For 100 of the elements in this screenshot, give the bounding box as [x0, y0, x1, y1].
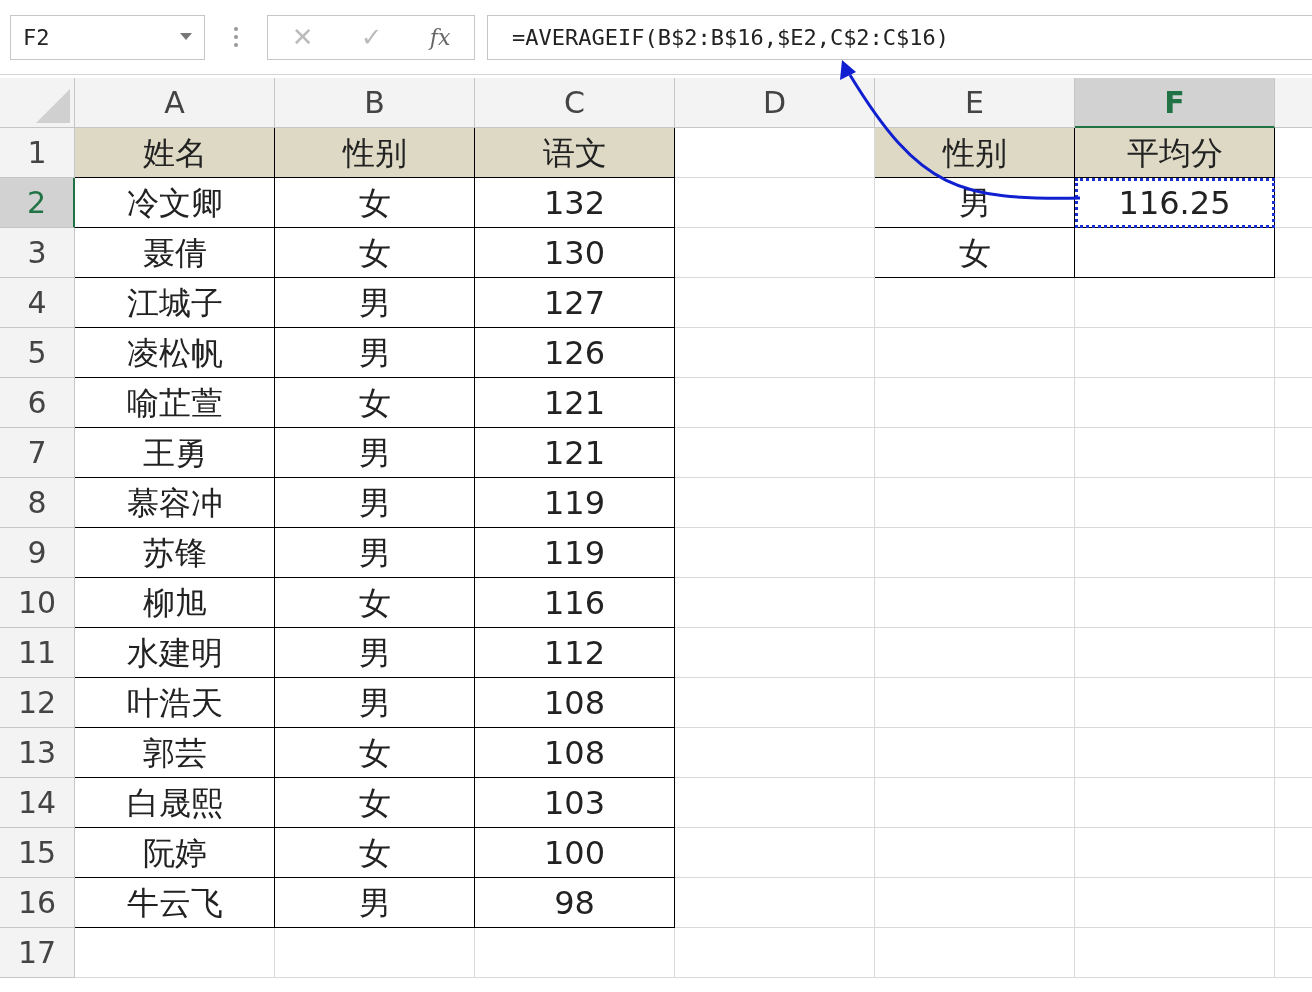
row-header[interactable]: 16	[0, 878, 75, 928]
row-header[interactable]: 12	[0, 678, 75, 728]
cell-text: 男	[358, 286, 391, 319]
name-box[interactable]: F2	[10, 14, 205, 60]
table-cell[interactable]: 98	[475, 878, 675, 928]
table-cell[interactable]: 江城子	[75, 278, 275, 328]
row-header[interactable]: 17	[0, 928, 75, 978]
cell-text: 98	[554, 886, 595, 919]
row-header[interactable]: 10	[0, 578, 75, 628]
table-cell[interactable]: 苏锋	[75, 528, 275, 578]
table-cell[interactable]: 119	[475, 478, 675, 528]
cell-text: 姓名	[142, 136, 207, 169]
row-header[interactable]: 1	[0, 128, 75, 178]
cell-text: 女	[358, 236, 391, 269]
column-header[interactable]: A	[75, 78, 275, 128]
cell-text: 130	[543, 236, 606, 269]
table-cell[interactable]: 姓名	[75, 128, 275, 178]
row-header[interactable]: 4	[0, 278, 75, 328]
table-cell[interactable]: 119	[475, 528, 675, 578]
table-cell[interactable]: 郭芸	[75, 728, 275, 778]
table-cell[interactable]: 性别	[875, 128, 1075, 178]
table-cell[interactable]: 凌松帆	[75, 328, 275, 378]
cell-text: 江城子	[126, 286, 223, 319]
cell-text: 喻芷萱	[126, 386, 223, 419]
table-cell[interactable]: 116.25	[1075, 178, 1275, 228]
table-cell[interactable]: 女	[275, 828, 475, 878]
row-header[interactable]: 15	[0, 828, 75, 878]
table-cell[interactable]: 女	[275, 228, 475, 278]
table-cell[interactable]: 男	[275, 678, 475, 728]
table-cell[interactable]: 柳旭	[75, 578, 275, 628]
row-header[interactable]: 6	[0, 378, 75, 428]
drag-handle-icon[interactable]	[233, 26, 239, 48]
column-header[interactable]: E	[875, 78, 1075, 128]
table-cell[interactable]: 男	[275, 428, 475, 478]
table-cell[interactable]: 水建明	[75, 628, 275, 678]
table-cell[interactable]: 阮婷	[75, 828, 275, 878]
row-header[interactable]: 13	[0, 728, 75, 778]
table-cell[interactable]: 喻芷萱	[75, 378, 275, 428]
table-cell[interactable]	[1075, 228, 1275, 278]
table-cell[interactable]: 男	[275, 628, 475, 678]
row-header[interactable]: 9	[0, 528, 75, 578]
table-cell[interactable]: 慕容冲	[75, 478, 275, 528]
cell-text: 119	[543, 486, 606, 519]
column-header[interactable]: D	[675, 78, 875, 128]
cell-text: 叶浩天	[126, 686, 223, 719]
table-cell[interactable]: 108	[475, 728, 675, 778]
table-cell[interactable]: 冷文卿	[75, 178, 275, 228]
table-cell[interactable]: 女	[275, 578, 475, 628]
table-cell[interactable]: 女	[275, 728, 475, 778]
column-header[interactable]	[1275, 78, 1312, 128]
table-cell[interactable]: 130	[475, 228, 675, 278]
row-header[interactable]: 3	[0, 228, 75, 278]
column-header[interactable]: F	[1075, 78, 1275, 128]
table-cell[interactable]: 牛云飞	[75, 878, 275, 928]
table-cell[interactable]: 女	[275, 178, 475, 228]
cell-text: 语文	[542, 136, 607, 169]
cell-text: 121	[543, 386, 606, 419]
select-all-corner[interactable]	[0, 78, 75, 128]
column-header[interactable]: C	[475, 78, 675, 128]
table-cell[interactable]: 女	[275, 378, 475, 428]
cell-text: 郭芸	[142, 736, 207, 769]
cell-text: 112	[543, 636, 606, 669]
row-header[interactable]: 2	[0, 178, 75, 228]
table-cell[interactable]: 112	[475, 628, 675, 678]
table-cell[interactable]: 女	[275, 778, 475, 828]
table-cell[interactable]: 132	[475, 178, 675, 228]
insert-function-button[interactable]: fx	[429, 20, 451, 54]
table-cell[interactable]: 叶浩天	[75, 678, 275, 728]
table-cell[interactable]: 男	[275, 328, 475, 378]
table-cell[interactable]: 白晟熙	[75, 778, 275, 828]
table-cell[interactable]: 100	[475, 828, 675, 878]
table-cell[interactable]: 聂倩	[75, 228, 275, 278]
table-cell[interactable]: 语文	[475, 128, 675, 178]
table-cell[interactable]: 116	[475, 578, 675, 628]
table-cell[interactable]: 平均分	[1075, 128, 1275, 178]
table-cell[interactable]: 女	[875, 228, 1075, 278]
row-header[interactable]: 14	[0, 778, 75, 828]
table-cell[interactable]: 103	[475, 778, 675, 828]
row-header[interactable]: 5	[0, 328, 75, 378]
cell-text: 冷文卿	[126, 186, 223, 219]
table-cell[interactable]: 121	[475, 378, 675, 428]
table-cell[interactable]: 121	[475, 428, 675, 478]
row-header[interactable]: 11	[0, 628, 75, 678]
table-cell[interactable]: 男	[275, 478, 475, 528]
table-cell[interactable]: 王勇	[75, 428, 275, 478]
cell-text: 108	[543, 736, 606, 769]
table-cell[interactable]: 男	[275, 278, 475, 328]
table-cell[interactable]: 性别	[275, 128, 475, 178]
table-cell[interactable]: 126	[475, 328, 675, 378]
cell-text: 116	[543, 586, 606, 619]
cell-text: 女	[358, 836, 391, 869]
table-cell[interactable]: 男	[275, 528, 475, 578]
formula-field[interactable]: =AVERAGEIF(B$2:B$16,$E2,C$2:C$16)	[487, 14, 1312, 60]
table-cell[interactable]: 108	[475, 678, 675, 728]
row-header[interactable]: 8	[0, 478, 75, 528]
row-header[interactable]: 7	[0, 428, 75, 478]
column-header[interactable]: B	[275, 78, 475, 128]
table-cell[interactable]: 127	[475, 278, 675, 328]
table-cell[interactable]: 男	[275, 878, 475, 928]
cell-text: 男	[358, 436, 391, 469]
